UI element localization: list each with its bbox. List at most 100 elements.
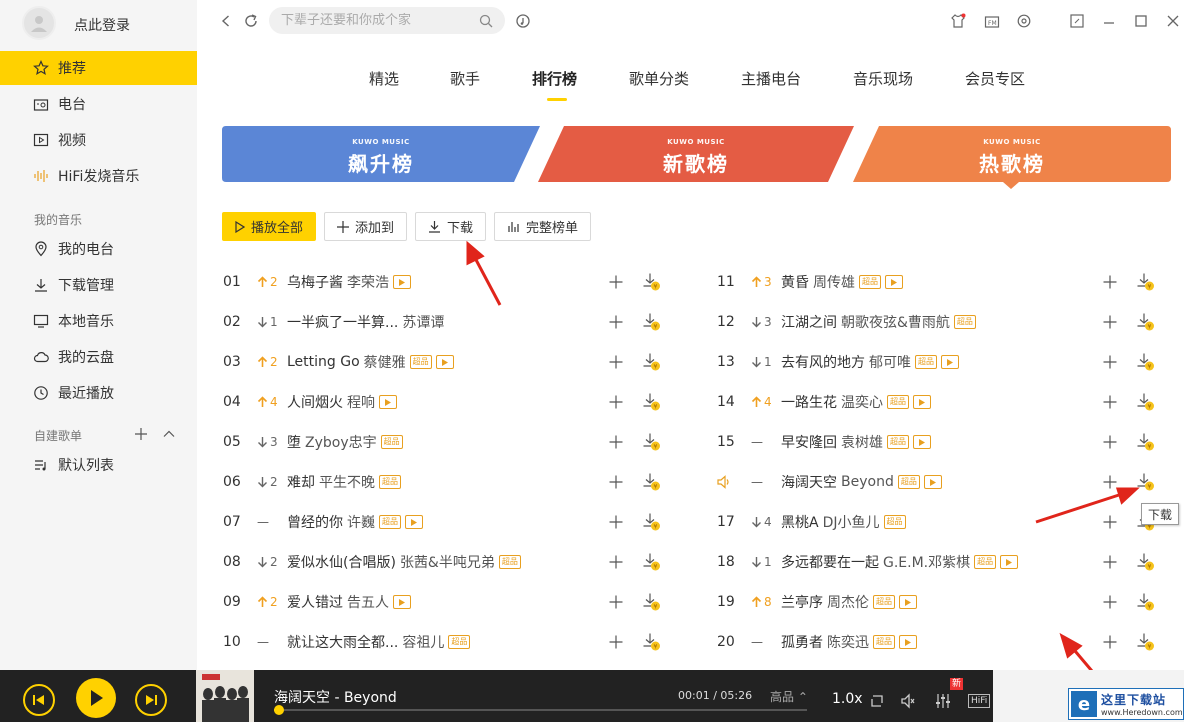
song-artist[interactable]: 张茜&半吨兄弟	[400, 552, 495, 572]
add-song-icon[interactable]	[606, 392, 626, 412]
tab-featured[interactable]: 精选	[369, 68, 399, 89]
add-song-icon[interactable]	[1100, 272, 1120, 292]
skin-icon[interactable]	[949, 12, 967, 30]
avatar[interactable]	[22, 6, 56, 40]
song-artist[interactable]: DJ小鱼儿	[823, 512, 880, 532]
tab-anchor-radio[interactable]: 主播电台	[741, 68, 801, 89]
mini-mode-icon[interactable]	[1068, 12, 1086, 30]
song-title[interactable]: 多远都要在一起	[781, 552, 879, 572]
progress-bar[interactable]	[273, 705, 807, 715]
next-button[interactable]	[135, 684, 167, 716]
song-title[interactable]: 一半疯了一半算...	[287, 312, 398, 332]
download-song-icon[interactable]: ¥	[1136, 432, 1156, 452]
song-artist[interactable]: 蔡健雅	[364, 352, 406, 372]
song-title[interactable]: 堕	[287, 432, 301, 452]
hifi-badge[interactable]: HiFi	[968, 694, 991, 708]
add-song-icon[interactable]	[1100, 392, 1120, 412]
tab-singers[interactable]: 歌手	[450, 68, 480, 89]
previous-button[interactable]	[23, 684, 55, 716]
sidebar-item-recent[interactable]: 最近播放	[0, 376, 197, 410]
close-icon[interactable]	[1164, 12, 1182, 30]
minimize-icon[interactable]	[1100, 12, 1118, 30]
download-song-icon[interactable]: ¥	[1136, 352, 1156, 372]
sidebar-item-radio[interactable]: 电台	[0, 87, 197, 121]
song-title[interactable]: 去有风的地方	[781, 352, 865, 372]
song-title[interactable]: 爱人错过	[287, 592, 343, 612]
sidebar-item-local-music[interactable]: 本地音乐	[0, 304, 197, 338]
add-song-icon[interactable]	[606, 352, 626, 372]
add-song-icon[interactable]	[606, 312, 626, 332]
album-cover[interactable]	[196, 670, 254, 722]
add-song-icon[interactable]	[606, 632, 626, 652]
play-pause-button[interactable]	[76, 678, 116, 718]
sidebar-item-downloads[interactable]: 下载管理	[0, 268, 197, 302]
add-song-icon[interactable]	[606, 432, 626, 452]
song-artist[interactable]: 苏谭谭	[402, 312, 444, 332]
playback-speed[interactable]: 1.0x	[832, 691, 863, 707]
download-song-icon[interactable]: ¥	[642, 512, 662, 532]
equalizer-icon[interactable]	[934, 692, 952, 710]
add-icon[interactable]	[133, 426, 149, 442]
search-input[interactable]	[281, 13, 479, 28]
song-title[interactable]: Letting Go	[287, 354, 360, 370]
add-to-button[interactable]: 添加到	[324, 212, 408, 241]
maximize-icon[interactable]	[1132, 12, 1150, 30]
song-title[interactable]: 就让这大雨全都...	[287, 632, 398, 652]
song-artist[interactable]: 周杰伦	[827, 592, 869, 612]
download-song-icon[interactable]: ¥	[1136, 632, 1156, 652]
tab-vip-zone[interactable]: 会员专区	[965, 68, 1025, 89]
song-artist[interactable]: G.E.M.邓紫棋	[883, 552, 970, 572]
song-title[interactable]: 早安隆回	[781, 432, 837, 452]
mv-icon[interactable]	[899, 635, 917, 649]
mv-icon[interactable]	[393, 275, 411, 289]
download-song-icon[interactable]: ¥	[642, 392, 662, 412]
song-title[interactable]: 难却	[287, 472, 315, 492]
mv-icon[interactable]	[913, 395, 931, 409]
download-song-icon[interactable]: ¥	[642, 432, 662, 452]
song-artist[interactable]: 程响	[347, 392, 375, 412]
song-title[interactable]: 孤勇者	[781, 632, 823, 652]
add-song-icon[interactable]	[1100, 632, 1120, 652]
mv-icon[interactable]	[393, 595, 411, 609]
settings-icon[interactable]	[1015, 12, 1033, 30]
sidebar-item-hifi[interactable]: HiFi发烧音乐	[0, 159, 197, 193]
add-song-icon[interactable]	[606, 552, 626, 572]
sidebar-item-default-list[interactable]: 默认列表	[0, 448, 197, 482]
tab-live-music[interactable]: 音乐现场	[853, 68, 913, 89]
song-artist[interactable]: 告五人	[347, 592, 389, 612]
mv-icon[interactable]	[885, 275, 903, 289]
download-song-icon[interactable]: ¥	[642, 552, 662, 572]
add-song-icon[interactable]	[1100, 352, 1120, 372]
download-button[interactable]: 下载	[415, 212, 487, 241]
song-artist[interactable]: 温奕心	[841, 392, 883, 412]
add-song-icon[interactable]	[1100, 552, 1120, 572]
add-song-icon[interactable]	[606, 592, 626, 612]
song-title[interactable]: 兰亭序	[781, 592, 823, 612]
mv-icon[interactable]	[899, 595, 917, 609]
song-title[interactable]: 江湖之间	[781, 312, 837, 332]
download-song-icon[interactable]: ¥	[1136, 392, 1156, 412]
song-artist[interactable]: Zyboy忠宇	[305, 432, 377, 452]
add-song-icon[interactable]	[606, 272, 626, 292]
add-song-icon[interactable]	[1100, 312, 1120, 332]
add-song-icon[interactable]	[606, 472, 626, 492]
play-all-button[interactable]: 播放全部	[222, 212, 317, 241]
banner-new-songs-chart[interactable]: KUWO MUSIC 新歌榜	[538, 126, 854, 182]
song-title[interactable]: 曾经的你	[287, 512, 343, 532]
sidebar-item-cloud[interactable]: 我的云盘	[0, 340, 197, 374]
mv-icon[interactable]	[913, 435, 931, 449]
progress-handle[interactable]	[273, 705, 284, 715]
mv-icon[interactable]	[435, 355, 454, 369]
sidebar-item-my-radio[interactable]: 我的电台	[0, 232, 197, 266]
download-song-icon[interactable]: ¥	[642, 472, 662, 492]
song-title[interactable]: 黑桃A	[781, 512, 819, 532]
sidebar-item-recommend[interactable]: 推荐	[0, 51, 197, 85]
banner-hot-songs-chart[interactable]: KUWO MUSIC 热歌榜	[853, 126, 1171, 190]
song-title[interactable]: 一路生花	[781, 392, 837, 412]
song-artist[interactable]: 许巍	[347, 512, 375, 532]
download-song-icon[interactable]: ¥	[642, 632, 662, 652]
add-song-icon[interactable]	[1100, 512, 1120, 532]
tab-charts[interactable]: 排行榜	[532, 68, 577, 89]
download-song-icon[interactable]: ¥	[642, 272, 662, 292]
volume-icon[interactable]	[899, 692, 917, 710]
